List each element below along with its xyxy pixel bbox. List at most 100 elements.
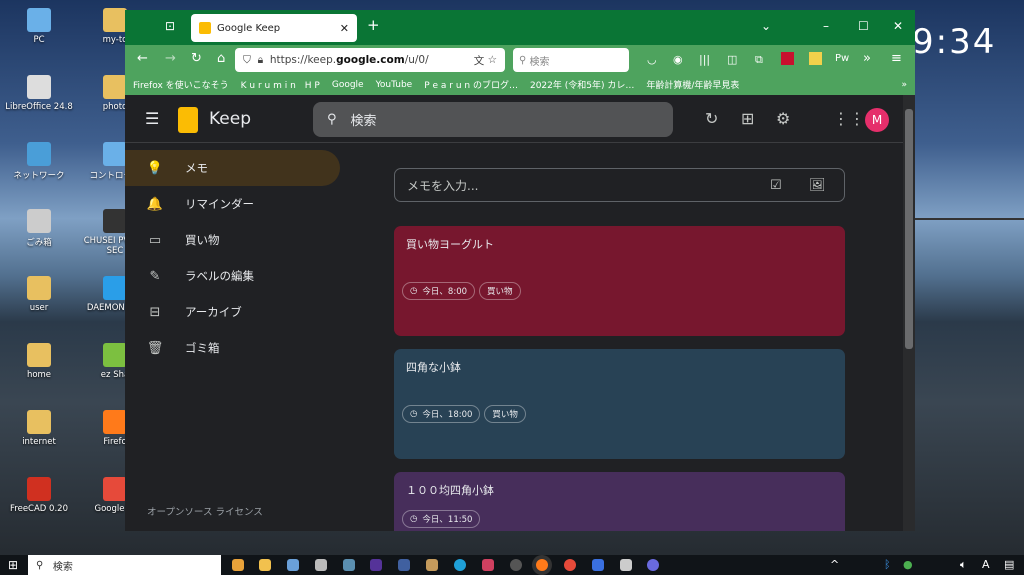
copilot-icon[interactable] [232, 559, 244, 571]
minimize-button[interactable]: – [823, 19, 829, 33]
reload-icon[interactable]: ↻ [191, 51, 202, 66]
note-card[interactable]: 買い物ヨーグルト ◷ 今日、8:00 買い物 [394, 226, 845, 336]
open-source-license-link[interactable]: オープンソース ライセンス [147, 504, 263, 518]
note-card[interactable]: 四角な小鉢 ◷ 今日、18:00 買い物 [394, 349, 845, 459]
windows-start-icon[interactable]: ⊞ [8, 558, 18, 572]
app-icon[interactable] [647, 559, 659, 571]
close-tab-icon[interactable]: ✕ [340, 22, 349, 35]
bookmark-item[interactable]: Google [332, 80, 364, 90]
gear-icon[interactable]: ⚙ [776, 109, 790, 128]
browser-search-input[interactable]: ⚲ 検索 [513, 48, 629, 72]
extension-red-icon[interactable] [781, 52, 794, 65]
main-menu-icon[interactable]: ☰ [145, 109, 159, 128]
security-icon[interactable]: ● [903, 558, 913, 571]
app-icon[interactable] [510, 559, 522, 571]
desktop-icon[interactable]: internet [4, 410, 74, 447]
chrome-icon[interactable] [564, 559, 576, 571]
chevron-down-icon[interactable]: ⌄ [761, 19, 771, 33]
notifications-icon[interactable]: ▤ [1004, 558, 1014, 571]
note-card[interactable]: １００均四角小鉢 ◷ 今日、11:50 [394, 472, 845, 531]
label-chip[interactable]: 買い物 [479, 282, 521, 300]
extensions-icon[interactable]: ⧉ [755, 53, 763, 67]
home-icon[interactable]: ⌂ [217, 51, 225, 66]
sidebar-item-pencil[interactable]: ✎ ラベルの編集 [125, 258, 340, 294]
edge-icon[interactable] [454, 559, 466, 571]
bookmark-item[interactable]: Firefox を使いこなそう [133, 78, 229, 91]
clock-icon: ◷ [410, 286, 418, 296]
calculator-icon[interactable] [343, 559, 355, 571]
sidebar-item-bell[interactable]: 🔔 リマインダー [125, 186, 340, 222]
account-icon[interactable]: ◉ [673, 53, 683, 66]
desktop-icon-label: Firefo [103, 437, 127, 447]
explorer-icon[interactable] [259, 559, 271, 571]
extension-yellow-icon[interactable] [809, 52, 822, 65]
star-icon[interactable]: ☆ [488, 54, 497, 66]
reminder-chip[interactable]: ◷ 今日、8:00 [402, 282, 476, 300]
forward-icon[interactable]: → [165, 51, 176, 66]
desktop-icon[interactable]: FreeCAD 0.20 [4, 477, 74, 514]
store-icon[interactable] [287, 559, 299, 571]
bluetooth-icon[interactable]: ᛒ [884, 558, 891, 571]
desktop-icon[interactable]: ネットワーク [4, 142, 74, 181]
new-tab-button[interactable]: + [367, 16, 380, 34]
extension-pw-icon[interactable]: Pw [835, 53, 849, 64]
desktop-icon[interactable]: user [4, 276, 74, 313]
keep-search-input[interactable]: ⚲ 検索 [313, 102, 673, 137]
bookmarks-overflow-icon[interactable]: » [901, 80, 907, 90]
close-window-button[interactable]: ✕ [893, 19, 903, 33]
sidebar-item-archive[interactable]: ⊟ アーカイブ [125, 294, 340, 330]
search-placeholder: 検索 [529, 56, 550, 68]
overflow-icon[interactable]: » [863, 51, 871, 66]
desktop-icon[interactable]: PC [4, 8, 74, 45]
scrollbar-thumb[interactable] [905, 109, 913, 349]
sidebar-item-label[interactable]: ▭ 買い物 [125, 222, 340, 258]
library-icon[interactable]: ||| [699, 53, 710, 66]
back-icon[interactable]: ← [137, 51, 148, 66]
app-icon[interactable] [620, 559, 632, 571]
apps-icon[interactable]: ⋮⋮ [833, 109, 865, 128]
ime-icon[interactable]: A [982, 558, 990, 571]
firefox-icon[interactable] [536, 559, 548, 571]
url-bar[interactable]: ⛉ 🔒︎ https://keep. google.com/u/0/ 文 ☆ [235, 48, 505, 72]
app-icon[interactable] [426, 559, 438, 571]
pencil-icon: ✎ [149, 268, 161, 284]
printer-icon[interactable] [315, 559, 327, 571]
image-icon[interactable]: 🖼︎ [809, 178, 826, 193]
app-icon[interactable] [482, 559, 494, 571]
bookmark-item[interactable]: P e a r u n のブログ… [424, 78, 518, 91]
bookmark-item[interactable]: K u r u m i n H P [241, 78, 320, 91]
desktop-icon[interactable]: LibreOffice 24.8 [4, 75, 74, 112]
url-path: /u/0/ [404, 54, 429, 66]
sidebar-item-trash[interactable]: 🗑 ゴミ箱 [125, 330, 340, 366]
desktop-icon[interactable]: home [4, 343, 74, 380]
sidebar-item-lightbulb[interactable]: 💡 メモ [125, 150, 340, 186]
refresh-icon[interactable]: ↻ [705, 109, 718, 128]
sidebar-icon[interactable]: ◫ [727, 53, 737, 66]
search-icon: ⚲ [519, 54, 527, 66]
taskbar-search[interactable]: ⚲ 検索 [28, 555, 221, 575]
desktop-icon[interactable]: ごみ箱 [4, 209, 74, 248]
maximize-button[interactable]: ☐ [858, 19, 869, 33]
bookmark-item[interactable]: 年齢計算機/年齢早見表 [646, 78, 739, 91]
bookmark-item[interactable]: YouTube [376, 80, 413, 90]
take-note-input[interactable]: メモを入力... ☑ 🖼︎ [394, 168, 845, 202]
reminder-chip[interactable]: ◷ 今日、18:00 [402, 405, 481, 423]
pocket-icon[interactable]: ◡ [647, 53, 657, 66]
avatar[interactable]: M [865, 108, 889, 132]
menu-icon[interactable]: ≡ [891, 51, 902, 66]
pier-decoration [915, 218, 1024, 226]
volume-icon[interactable]: 🔈︎ [960, 558, 967, 572]
new-list-icon[interactable]: ☑ [770, 178, 782, 193]
label-chip[interactable]: 買い物 [484, 405, 526, 423]
grid-view-icon[interactable]: ⊞ [741, 109, 754, 128]
app-icon[interactable] [592, 559, 604, 571]
tray-overflow-icon[interactable]: ^ [830, 558, 839, 571]
tab-list-icon[interactable]: ⊡ [165, 19, 175, 33]
bookmark-item[interactable]: 2022年 (令和5年) カレ… [530, 78, 634, 91]
tab-google-keep[interactable]: Google Keep ✕ [191, 14, 357, 42]
translate-icon[interactable]: 文 [474, 53, 485, 68]
app-icon[interactable] [370, 559, 382, 571]
app-icon[interactable] [398, 559, 410, 571]
scrollbar[interactable] [903, 95, 915, 531]
reminder-chip[interactable]: ◷ 今日、11:50 [402, 510, 481, 528]
